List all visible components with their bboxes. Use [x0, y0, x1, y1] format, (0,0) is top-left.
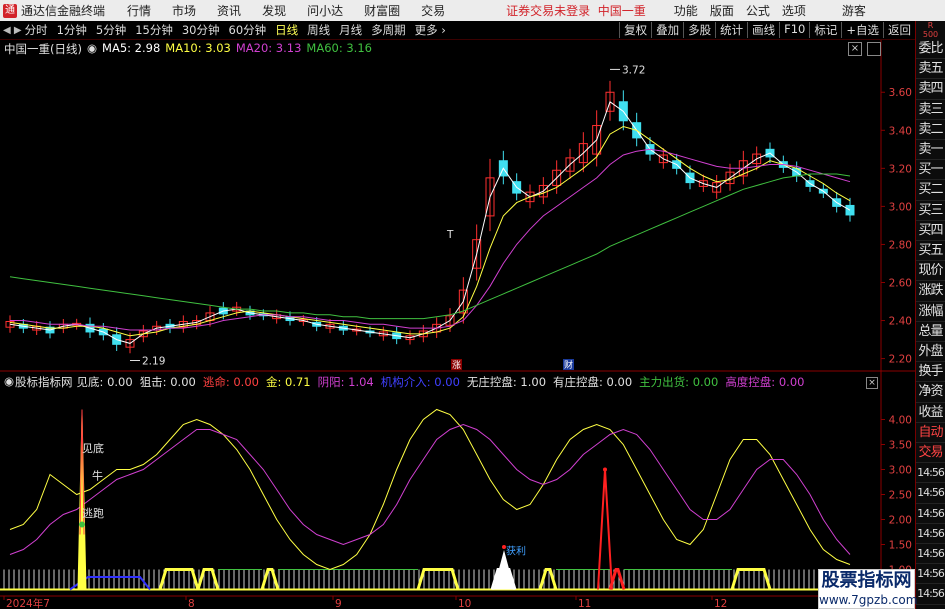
price-chart-header: 中国一重(日线) ◉ MA5: 2.98 MA10: 3.03 MA20: 3.… — [4, 41, 377, 57]
date-label-5: 12 — [714, 598, 727, 609]
price-tick-label-6: 2.40 — [889, 316, 912, 328]
side-time-0: 14:56 — [916, 463, 945, 484]
side-item-13[interactable]: 涨幅 — [916, 302, 945, 322]
ma-line-ma10 — [9, 125, 851, 337]
price-tick-label-1: 3.40 — [889, 125, 912, 137]
date-label-0: 2024年7 — [6, 597, 50, 609]
jiandi-dot — [79, 521, 85, 528]
r500-badge: R 500 — [922, 21, 939, 39]
ma60-value: MA60: 3.16 — [306, 41, 372, 55]
ind-tick-label-0: 4.00 — [889, 415, 912, 427]
label-jiandi: 见底 — [82, 441, 104, 455]
indicator-value-2: 逃命: 0.00 — [202, 375, 259, 389]
watermark-line1: 股票指标网 — [821, 570, 912, 591]
indicator-header: ◉ 股标指标网 见底: 0.00 狙击: 0.00 逃命: 0.00 金: 0.71 阴… — [4, 374, 806, 390]
side-items: 委比 卖五 卖四 卖三 卖二 卖一 买一 买二 买三 买四 买五 现价 涨跌 涨幅 总量 外盘 换手 净资 收益 自动… — [916, 39, 945, 609]
side-item-8[interactable]: 买三 — [916, 201, 945, 221]
ma-line-ma5 — [9, 101, 851, 344]
indicator-values: 见底: 0.00 狙击: 0.00 逃命: 0.00 金: 0.71 阴阳: 1.04 机… — [77, 374, 806, 390]
label-huoli: 获利 — [506, 546, 526, 558]
price-high-label: 3.72 — [622, 64, 645, 76]
red-spike-dot — [603, 467, 607, 472]
kline-chart[interactable]: 3.60 3.40 3.20 3.00 2.80 2.60 2.40 2.20 4.00 3.50… — [0, 0, 915, 609]
red-spike — [597, 469, 613, 590]
side-item-6[interactable]: 买一 — [916, 160, 945, 181]
indicator-value-6: 无庄控盘: 1.00 — [466, 375, 547, 389]
watermark-logo: 股票指标网 www.7gpzb.com — [818, 569, 918, 609]
side-item-15[interactable]: 外盘 — [916, 342, 945, 363]
indicator-value-1: 狙击: 0.00 — [139, 375, 196, 389]
indicator-close-icon[interactable]: × — [866, 377, 878, 389]
quote-side-panel: R 500 委比 卖五 卖四 卖三 卖二 卖一 买一 买二 买三 买四 买五 现价 涨跌 涨幅 总量 外盘 换手净… — [915, 21, 945, 609]
side-item-11[interactable]: 现价 — [916, 261, 945, 282]
indicator-value-7: 有庄控盘: 0.00 — [553, 375, 633, 389]
indicator-value-5: 机构介入: 0.00 — [380, 375, 460, 389]
ma5-value: MA5: 2.98 — [102, 41, 161, 55]
ind-tick-label-2: 3.00 — [889, 465, 912, 477]
side-item-12[interactable]: 涨跌 — [916, 281, 945, 302]
ind-tick-label-5: 1.50 — [889, 540, 912, 552]
ind-line-0 — [9, 408, 851, 571]
side-item-18[interactable]: 收益 — [916, 403, 945, 423]
side-item-0[interactable]: 委比 — [916, 39, 945, 60]
ma-line-ma60 — [9, 173, 851, 320]
ind-tick-label-3: 2.50 — [889, 490, 912, 502]
ma20-value: MA20: 3.13 — [235, 41, 302, 55]
price-tick-label-4: 2.80 — [889, 239, 912, 251]
ind-block-1 — [196, 568, 220, 590]
indicator-value-9: 高度控盘: 0.00 — [725, 375, 805, 389]
date-label-2: 9 — [335, 598, 342, 609]
date-label-3: 10 — [458, 598, 471, 609]
side-item-2[interactable]: 卖四 — [916, 79, 945, 100]
ma10-value: MA10: 3.03 — [165, 41, 231, 55]
date-label-1: 8 — [188, 598, 195, 609]
close-icon[interactable]: × — [848, 42, 862, 56]
side-time-7: 14:56 — [916, 605, 945, 609]
side-item-10[interactable]: 买五 — [916, 241, 945, 262]
layout-icon[interactable] — [867, 42, 881, 56]
side-item-17[interactable]: 净资 — [916, 382, 945, 403]
indicator-value-0: 见底: 0.00 — [76, 375, 133, 389]
side-item-5[interactable]: 卖一 — [916, 140, 945, 161]
marker-cai: 财 — [564, 359, 573, 371]
side-time-5: 14:56 — [916, 564, 945, 585]
indicator-value-4: 阴阳: 1.04 — [317, 375, 374, 389]
side-time-2: 14:56 — [916, 504, 945, 524]
ma-toggle-icon[interactable]: ◉ — [87, 41, 97, 57]
side-item-7[interactable]: 买二 — [916, 180, 945, 201]
ma-line-ma20 — [10, 148, 851, 331]
marker-t: T — [446, 229, 454, 241]
label-taopao: 逃跑 — [82, 506, 104, 520]
side-item-4[interactable]: 卖二 — [916, 120, 945, 141]
side-auto-trade-0[interactable]: 自动 — [916, 423, 945, 444]
side-auto-trade-1[interactable]: 交易 — [916, 443, 945, 464]
chart-title: 中国一重(日线) — [4, 42, 82, 56]
price-tick-label-0: 3.60 — [889, 87, 912, 99]
ind-tick-label-1: 3.50 — [889, 440, 912, 452]
indicator-value-3: 金: 0.71 — [265, 375, 311, 389]
side-item-9[interactable]: 买四 — [916, 221, 945, 242]
price-tick-label-2: 3.20 — [889, 163, 912, 175]
price-tick-label-7: 2.20 — [889, 354, 912, 366]
price-low-label: 2.19 — [142, 355, 165, 367]
side-item-16[interactable]: 换手 — [916, 362, 945, 383]
watermark-line2: www.7gpzb.com — [819, 593, 918, 607]
price-tick-label-5: 2.60 — [889, 277, 912, 289]
ind-tick-label-4: 2.00 — [889, 515, 912, 527]
price-tick-label-3: 3.00 — [889, 201, 912, 213]
date-label-4: 11 — [578, 598, 591, 609]
ind-line-1 — [9, 423, 851, 555]
side-item-1[interactable]: 卖五 — [916, 59, 945, 80]
side-time-1: 14:56 — [916, 483, 945, 504]
side-time-4: 14:56 — [916, 544, 945, 565]
indicator-toggle-icon[interactable]: ◉ — [4, 374, 14, 390]
side-time-6: 14:56 — [916, 584, 945, 605]
indicator-name[interactable]: 股标指标网 — [15, 374, 73, 390]
indicator-value-8: 主力出货: 0.00 — [639, 375, 719, 389]
side-item-14[interactable]: 总量 — [916, 322, 945, 343]
marker-zhang: 涨 — [452, 360, 461, 371]
label-niu: 牛 — [92, 469, 103, 483]
side-item-3[interactable]: 卖三 — [916, 100, 945, 120]
side-time-3: 14:56 — [916, 524, 945, 545]
